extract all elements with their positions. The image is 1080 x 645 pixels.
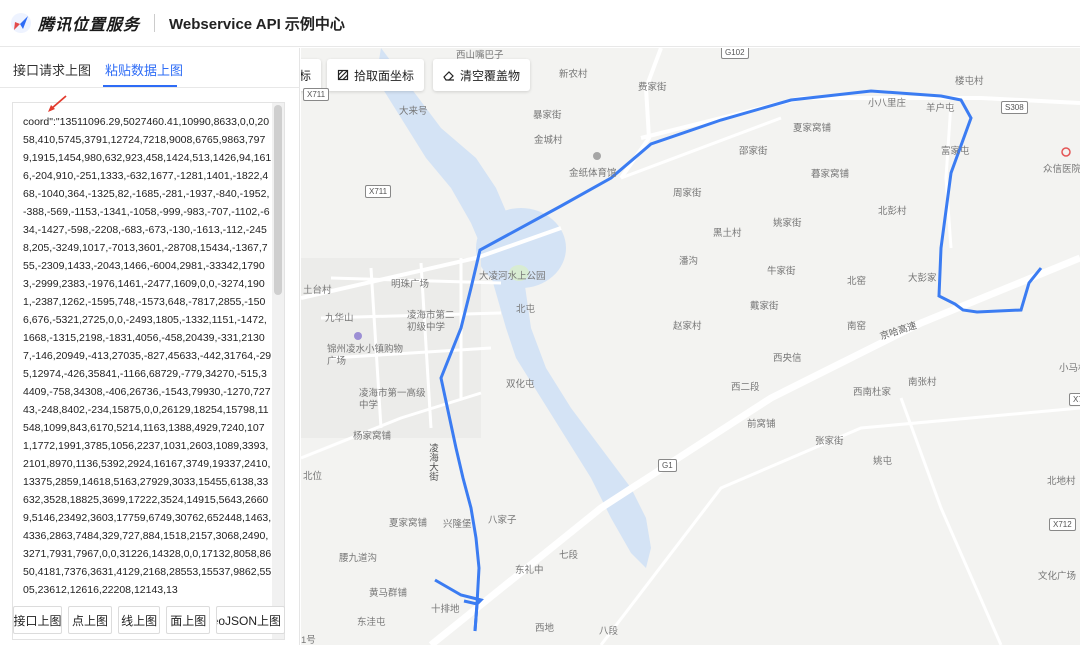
brand-name: 腾讯位置服务 [38,17,141,34]
map-label: 潘沟 [679,256,699,267]
map-label: 西地 [535,623,555,634]
map-label: 金城村 [534,135,563,146]
map-label: 土台村 [303,285,332,296]
map-label: 杨家窝铺 [353,431,392,442]
map-label: 东礼中 [515,565,544,576]
map-label: 费家街 [638,82,667,93]
map-label: 西二段 [731,382,760,393]
road-badge-x711-b: X711 [365,185,392,198]
geojson-plot-button[interactable]: GeoJSON上图 [216,606,285,634]
map-label: 兴隆堡 [443,519,472,530]
map-label: 黑土村 [713,228,742,239]
upload-button-row: 接口上图 点上图 线上图 面上图 GeoJSON上图 [13,606,285,636]
active-tab-indicator [103,85,177,87]
clear-overlays-label: 清空覆盖物 [460,68,521,83]
tab-paste-data[interactable]: 粘贴数据上图 [105,60,183,79]
map-base-layer [301,48,1080,645]
map-label: 周家街 [673,188,702,199]
polygon-pick-icon [337,69,349,81]
map-label: 大来号 [399,106,428,117]
red-annotation-arrow-icon [48,95,67,112]
road-badge-x712: X712 [1049,518,1076,531]
map-label: 西山嘴巴子 [456,50,504,61]
map-label: 八段 [599,626,619,637]
header-divider [154,14,156,32]
map-label: 大彭家 [908,273,937,284]
map-label: 赵家村 [673,321,702,332]
line-plot-button[interactable]: 线上图 [118,606,161,634]
map-label: 邵家街 [739,146,768,157]
map-label: 大凌河水上公园 [479,271,546,282]
map-label: 牛家街 [767,266,796,277]
map-canvas[interactable]: 标 拾取面坐标 清空覆盖物 G102 X711 X711 S308 G1 X71… [301,48,1080,645]
map-label: 凌海大街 [427,443,438,481]
map-label: 凌海市第二初级中学 [407,310,455,333]
map-label: 西南杜家 [853,387,892,398]
map-label: 夏家窝铺 [793,123,832,134]
scrollbar-thumb[interactable] [274,105,282,295]
clear-overlays-button[interactable]: 清空覆盖物 [433,59,531,91]
map-label: 暴家街 [533,110,562,121]
map-label: 十排地 [431,604,460,615]
tencent-location-logo-icon [11,13,31,33]
tab-api-request[interactable]: 接口请求上图 [13,60,91,79]
map-label: 姚家街 [773,218,802,229]
textarea-scrollbar[interactable] [272,103,284,639]
road-badge-s308: S308 [1001,101,1028,114]
eraser-icon [443,71,454,81]
map-label: 八家子 [488,515,517,526]
map-label: 黄马群铺 [369,588,408,599]
map-label: 戴家街 [750,301,779,312]
partial-tool-button[interactable]: 标 [301,59,322,91]
map-label: 文化广场 [1038,571,1077,582]
map-label: 腰九道沟 [339,553,378,564]
map-label: 小八里庄 [868,98,907,109]
pick-polygon-label: 拾取面坐标 [354,68,415,83]
map-label: 富家屯 [941,146,970,157]
map-label: 双化屯 [506,379,535,390]
map-label: 羊户屯 [926,103,955,114]
map-label: 北屯 [516,304,536,315]
map-label: 前窝铺 [747,419,776,430]
data-textarea-content[interactable]: coord":"13511096.29,5027460.41,10990,863… [13,103,272,639]
map-label: 小马村 [1059,363,1080,374]
map-label: 南窑 [847,321,867,332]
map-label: 明珠广场 [391,279,430,290]
brand-logo[interactable]: 腾讯位置服务 [10,11,140,35]
map-label: 新农村 [559,69,588,80]
road-badge-g102: G102 [721,48,749,59]
map-label: 金纸体育馆 [569,168,617,179]
map-label: 西央信 [773,353,802,364]
map-label: 众信医院 [1043,164,1080,175]
point-plot-button[interactable]: 点上图 [68,606,113,634]
map-label: 暮家窝铺 [811,169,850,180]
partial-tool-label: 标 [301,68,312,83]
map-label: 1号 [301,635,316,645]
page-title: Webservice API 示例中心 [169,15,345,33]
map-label: 北位 [303,471,323,482]
pick-polygon-button[interactable]: 拾取面坐标 [327,59,425,91]
map-label: 姚屯 [873,456,893,467]
map-label: 七段 [559,550,579,561]
map-label: 北地村 [1047,476,1076,487]
map-label: 南张村 [908,377,937,388]
map-label: 楼屯村 [955,76,984,87]
api-plot-button[interactable]: 接口上图 [13,606,62,634]
polygon-plot-button[interactable]: 面上图 [166,606,211,634]
road-badge-g1: G1 [658,459,677,472]
app-header: 腾讯位置服务 Webservice API 示例中心 [0,0,1080,47]
map-label: 东洼屯 [357,617,386,628]
map-label: 凌海市第一高级中学 [359,388,426,411]
tab-bar: 接口请求上图 粘贴数据上图 [0,48,300,88]
road-badge-x7: X7 [1069,393,1080,406]
map-label: 北彭村 [878,206,907,217]
data-textarea[interactable]: coord":"13511096.29,5027460.41,10990,863… [12,102,285,640]
map-label: 北窑 [847,276,867,287]
map-label: 九华山 [325,313,354,324]
map-label: 锦州凌水小镇购物广场 [327,344,404,367]
left-panel: 接口请求上图 粘贴数据上图 coord":"13511096.29,502746… [0,48,300,645]
road-badge-x711-a: X711 [303,88,330,101]
map-label: 张家街 [815,436,844,447]
map-label: 夏家窝铺 [389,518,428,529]
